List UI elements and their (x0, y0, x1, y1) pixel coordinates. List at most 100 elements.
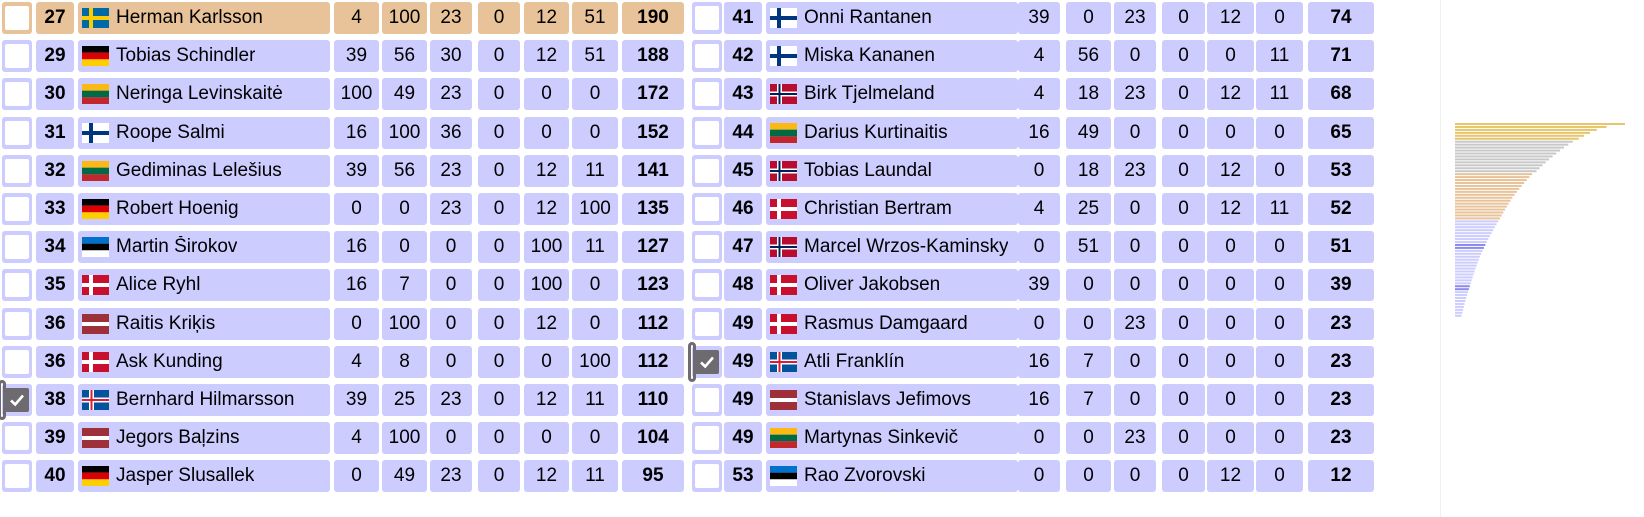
row-checkbox[interactable] (2, 40, 32, 73)
participant-cell[interactable]: Neringa Levinskaitė (78, 78, 330, 111)
participant-cell[interactable]: Marcel Wrzos-Kaminsky (766, 231, 1018, 264)
checkbox[interactable] (695, 158, 719, 183)
row-checkbox[interactable] (692, 422, 722, 455)
task-score-3: 23 (430, 384, 472, 416)
participant-cell[interactable]: Tobias Laundal (766, 154, 1018, 187)
task-score-1: 39 (334, 40, 379, 73)
flag-dk-icon (82, 275, 109, 296)
participant-cell[interactable]: Ask Kunding (78, 345, 330, 378)
participant-cell[interactable]: Herman Karlsson (78, 2, 330, 34)
total-score: 39 (1308, 269, 1374, 302)
row-checkbox[interactable] (692, 193, 722, 225)
task-score-2: 100 (382, 116, 427, 149)
checkbox[interactable] (5, 197, 29, 221)
checkbox[interactable] (5, 464, 29, 489)
participant-cell[interactable]: Martin Širokov (78, 231, 330, 264)
checkbox[interactable] (695, 82, 719, 107)
checkbox[interactable] (695, 273, 719, 298)
task-score-2: 49 (1066, 116, 1111, 149)
row-checkbox[interactable] (692, 116, 722, 149)
task-score-1: 4 (334, 345, 379, 378)
participant-cell[interactable]: Darius Kurtinaitis (766, 116, 1018, 149)
checkbox[interactable] (5, 6, 29, 30)
checkbox[interactable] (5, 388, 29, 412)
task-score-2: 0 (1066, 307, 1111, 340)
participant-cell[interactable]: Christian Bertram (766, 193, 1018, 225)
participant-cell[interactable]: Rao Zvorovski (766, 460, 1018, 493)
row-checkbox[interactable] (692, 2, 722, 34)
participant-cell[interactable]: Atli Franklín (766, 345, 1018, 378)
row-checkbox[interactable] (2, 345, 32, 378)
rank-cell: 53 (724, 460, 762, 493)
row-checkbox[interactable] (2, 384, 32, 416)
row-checkbox[interactable] (692, 269, 722, 302)
checkbox[interactable] (695, 426, 719, 451)
participant-cell[interactable]: Tobias Schindler (78, 40, 330, 73)
checkbox[interactable] (695, 197, 719, 221)
participant-cell[interactable]: Oliver Jakobsen (766, 269, 1018, 302)
rank-cell: 38 (36, 384, 74, 416)
total-score: 190 (622, 2, 684, 34)
task-score-1: 16 (334, 116, 379, 149)
participant-cell[interactable]: Raitis Kriķis (78, 307, 330, 340)
row-checkbox[interactable] (692, 231, 722, 264)
checkbox[interactable] (5, 235, 29, 260)
checkbox[interactable] (695, 311, 719, 336)
row-checkbox[interactable] (692, 384, 722, 416)
participant-cell[interactable]: Martynas Sinkevič (766, 422, 1018, 455)
row-checkbox[interactable] (2, 231, 32, 264)
row-checkbox[interactable] (2, 460, 32, 493)
rank-cell: 29 (36, 40, 74, 73)
checkbox[interactable] (695, 6, 719, 30)
task-score-3: 36 (430, 116, 472, 149)
checkbox[interactable] (5, 158, 29, 183)
row-checkbox[interactable] (2, 307, 32, 340)
row-checkbox[interactable] (2, 2, 32, 34)
participant-cell[interactable]: Onni Rantanen (766, 2, 1018, 34)
task-score-5: 0 (524, 345, 569, 378)
task-score-5: 0 (1207, 231, 1254, 264)
participant-cell[interactable]: Miska Kananen (766, 40, 1018, 73)
row-checkbox[interactable] (692, 154, 722, 187)
participant-cell[interactable]: Bernhard Hilmarsson (78, 384, 330, 416)
checkbox[interactable] (695, 235, 719, 260)
participant-cell[interactable]: Gediminas Lelešius (78, 154, 330, 187)
participant-cell[interactable]: Rasmus Damgaard (766, 307, 1018, 340)
checkbox[interactable] (5, 82, 29, 107)
row-checkbox[interactable] (692, 78, 722, 111)
row-checkbox[interactable] (692, 40, 722, 73)
row-checkbox[interactable] (2, 154, 32, 187)
checkbox[interactable] (5, 273, 29, 298)
task-score-6: 0 (1256, 345, 1303, 378)
checkbox[interactable] (5, 349, 29, 374)
rank-cell: 49 (724, 345, 762, 378)
distribution-bar (1455, 297, 1467, 300)
checkbox[interactable] (695, 44, 719, 69)
participant-cell[interactable]: Jasper Slusallek (78, 460, 330, 493)
row-checkbox[interactable] (2, 422, 32, 455)
participant-cell[interactable]: Birk Tjelmeland (766, 78, 1018, 111)
distribution-bar (1455, 294, 1468, 297)
checkbox[interactable] (695, 388, 719, 412)
row-checkbox[interactable] (692, 307, 722, 340)
row-checkbox[interactable] (2, 116, 32, 149)
distribution-bar (1455, 182, 1525, 184)
rank-cell: 27 (36, 2, 74, 34)
checkbox[interactable] (695, 349, 719, 374)
checkbox[interactable] (5, 44, 29, 69)
row-checkbox[interactable] (2, 269, 32, 302)
participant-cell[interactable]: Alice Ryhl (78, 269, 330, 302)
participant-cell[interactable]: Roope Salmi (78, 116, 330, 149)
participant-cell[interactable]: Jegors Baļzins (78, 422, 330, 455)
checkbox[interactable] (695, 464, 719, 489)
participant-cell[interactable]: Robert Hoenig (78, 193, 330, 225)
participant-cell[interactable]: Stanislavs Jefimovs (766, 384, 1018, 416)
row-checkbox[interactable] (2, 193, 32, 225)
checkbox[interactable] (695, 120, 719, 145)
row-checkbox[interactable] (692, 460, 722, 493)
row-checkbox[interactable] (2, 78, 32, 111)
checkbox[interactable] (5, 311, 29, 336)
checkbox[interactable] (5, 426, 29, 451)
checkbox[interactable] (5, 120, 29, 145)
row-checkbox[interactable] (692, 345, 722, 378)
